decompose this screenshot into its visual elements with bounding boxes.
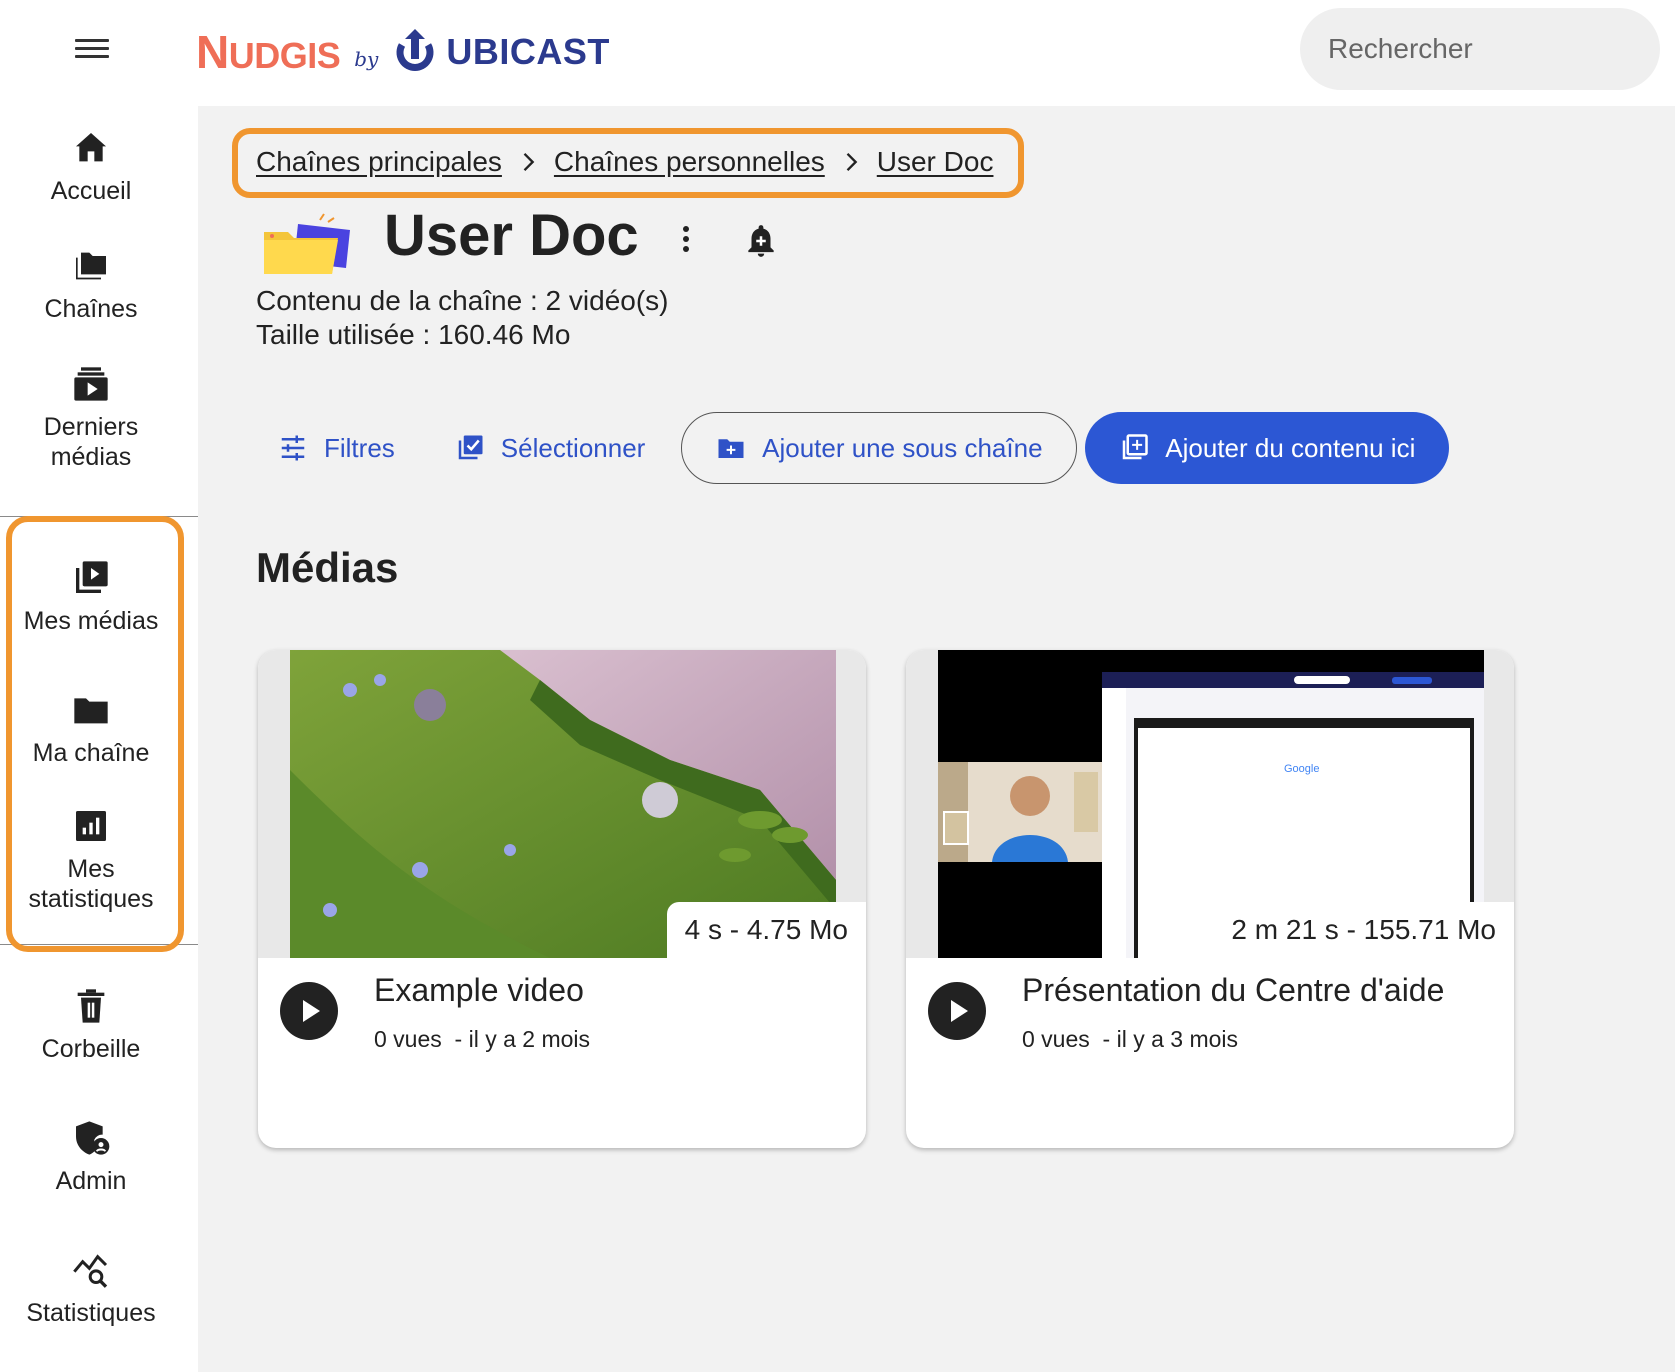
sidebar-item-label: Admin <box>55 1167 127 1195</box>
channel-content-count: Contenu de la chaîne : 2 vidéo(s) <box>256 285 669 316</box>
admin-shield-icon <box>76 1121 110 1155</box>
select-label: Sélectionner <box>500 432 646 463</box>
media-title[interactable]: Présentation du Centre d'aide <box>1022 972 1444 1009</box>
add-subchannel-label: Ajouter une sous chaîne <box>762 432 1043 463</box>
media-title[interactable]: Example video <box>374 972 584 1009</box>
play-icon[interactable] <box>280 982 338 1040</box>
add-subchannel-button[interactable]: Ajouter une sous chaîne <box>681 412 1078 484</box>
media-age: - il y a 3 mois <box>1102 1026 1239 1052</box>
channel-toolbar: Filtres Sélectionner Ajouter une sous ch… <box>256 412 1450 484</box>
channel-folder-icon <box>264 213 350 274</box>
channel-info: Contenu de la chaîne : 2 vidéo(s) Taille… <box>256 284 668 352</box>
nudgis-logo[interactable]: NUDGIS by UBICAST <box>196 22 610 82</box>
logo-nudgis-text: NUDGIS <box>196 26 341 78</box>
top-bar: NUDGIS by UBICAST <box>0 0 1675 106</box>
select-checkbox-icon <box>458 435 483 460</box>
hamburger-menu-icon[interactable] <box>72 34 112 66</box>
sidebar-item-admin[interactable]: Admin <box>0 1118 182 1196</box>
more-options-icon[interactable] <box>680 222 692 262</box>
media-meta: 0 vues - il y a 3 mois <box>1022 1026 1238 1053</box>
notification-bell-icon[interactable] <box>742 220 780 262</box>
add-content-button[interactable]: Ajouter du contenu ici <box>1085 412 1450 484</box>
media-views: 0 vues <box>1022 1026 1090 1052</box>
logo-ubicast-text: UBICAST <box>446 31 610 72</box>
sidebar-item-label: Derniers médias <box>43 413 139 471</box>
sidebar-item-derniers-medias[interactable]: Derniers médias <box>0 364 182 472</box>
select-button[interactable]: Sélectionner <box>433 412 668 484</box>
stats-search-icon <box>73 1254 108 1288</box>
search-box[interactable] <box>1300 8 1675 90</box>
media-duration-size-badge: 2 m 21 s - 155.71 Mo <box>1213 902 1514 958</box>
filters-label: Filtres <box>324 432 395 463</box>
sidebar-item-label: Chaînes <box>44 295 138 323</box>
sidebar-item-label: Accueil <box>50 177 132 205</box>
home-icon <box>76 133 106 162</box>
media-meta: 0 vues - il y a 2 mois <box>374 1026 590 1053</box>
channel-title: User Doc <box>384 203 639 268</box>
add-content-icon <box>1123 434 1149 460</box>
folders-icon <box>76 252 106 280</box>
sidebar-item-label: Corbeille <box>41 1035 141 1063</box>
sidebar-item-corbeille[interactable]: Corbeille <box>0 986 182 1064</box>
ubicast-logo-icon <box>396 29 434 71</box>
play-icon[interactable] <box>928 982 986 1040</box>
filters-button[interactable]: Filtres <box>256 412 417 484</box>
trash-icon <box>77 989 105 1023</box>
logo-by-text: by <box>354 47 379 71</box>
add-content-label: Ajouter du contenu ici <box>1165 432 1416 463</box>
sidebar-item-accueil[interactable]: Accueil <box>0 128 182 206</box>
sidebar-item-statistiques[interactable]: Statistiques <box>0 1250 182 1328</box>
filters-icon <box>281 435 305 461</box>
latest-media-icon <box>74 367 108 401</box>
sidebar-item-chaines[interactable]: Chaînes <box>0 246 182 324</box>
media-thumbnail-area: Google 2 m 21 s - 155.71 Mo <box>906 650 1514 958</box>
media-section-title: Médias <box>256 544 399 591</box>
media-age: - il y a 2 mois <box>454 1026 591 1052</box>
media-views: 0 vues <box>374 1026 442 1052</box>
sidebar-item-label: Statistiques <box>26 1299 156 1327</box>
media-thumbnail-area: 4 s - 4.75 Mo <box>258 650 866 958</box>
media-duration-size-badge: 4 s - 4.75 Mo <box>666 902 866 958</box>
media-card[interactable]: Google 2 m 21 s - 155.71 Mo Présentation… <box>906 650 1514 1148</box>
sidebar-highlight-frame <box>6 516 184 952</box>
breadcrumb-highlight-frame <box>232 128 1024 198</box>
svg-text:Google: Google <box>1284 763 1319 775</box>
media-card[interactable]: 4 s - 4.75 Mo Example video 0 vues - il … <box>258 650 866 1148</box>
search-input[interactable] <box>1328 33 1675 65</box>
main-content: Chaînes principales Chaînes personnelles… <box>198 106 1675 1372</box>
channel-size-used: Taille utilisée : 160.46 Mo <box>256 319 571 350</box>
add-folder-icon <box>718 439 744 458</box>
